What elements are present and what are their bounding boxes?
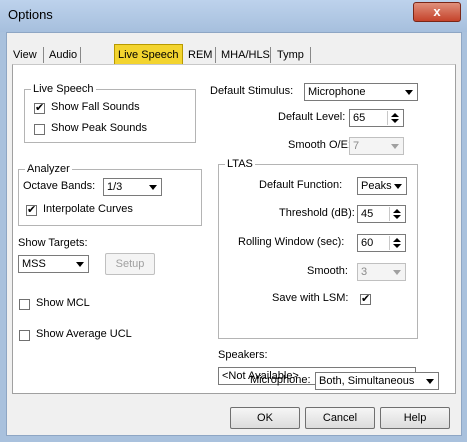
window-title: Options [8,7,53,22]
default-level-label: Default Level: [278,111,346,123]
tab-separator [310,47,311,63]
rolling-window-value: 60 [361,237,374,249]
microphone-value: Both, Simultaneous [319,375,415,387]
interpolate-curves-checkbox[interactable]: ✔ [26,205,37,216]
live-speech-panel: Live Speech ✔ Show Fall Sounds Show Peak… [12,64,456,394]
tab-tymp[interactable]: Tymp [277,46,304,64]
smooth-oe-label: Smooth O/E: [288,139,351,151]
chevron-down-icon [389,140,401,152]
default-function-label: Default Function: [259,179,343,191]
smooth-value: 3 [361,266,368,278]
chevron-down-icon [424,375,436,387]
tab-separator [270,47,271,63]
show-targets-value: MSS [22,258,46,270]
speakers-label: Speakers: [218,349,268,361]
chevron-down-icon [74,258,86,270]
show-average-ucl-label: Show Average UCL [36,328,132,340]
rolling-window-spinner[interactable]: 60 [357,234,406,252]
spinner-arrows-icon[interactable] [389,207,404,221]
show-mcl-checkbox[interactable] [19,299,30,310]
setup-button[interactable]: Setup [105,253,155,275]
save-with-lsm-checkbox[interactable]: ✔ [360,294,371,305]
tab-live-speech[interactable]: Live Speech [114,44,183,66]
ltas-group: LTAS Default Function: Peaks Threshold (… [218,158,418,339]
tab-rem[interactable]: REM [188,46,212,64]
close-button[interactable]: x [413,2,461,22]
tab-mha-hls[interactable]: MHA/HLS [221,46,270,64]
show-fall-sounds-label: Show Fall Sounds [51,101,140,113]
chevron-down-icon [391,266,403,278]
microphone-label: Microphone: [250,374,311,386]
threshold-value: 45 [361,208,374,220]
smooth-label: Smooth: [307,265,348,277]
tab-audio[interactable]: Audio [49,46,77,64]
show-mcl-label: Show MCL [36,297,90,309]
smooth-dropdown[interactable]: 3 [357,263,406,281]
dialog-client: View Audio Live Speech REM MHA/HLS Tymp … [6,32,462,436]
threshold-spinner[interactable]: 45 [357,205,406,223]
show-targets-dropdown[interactable]: MSS [18,255,89,273]
chevron-down-icon [403,86,415,98]
default-stimulus-value: Microphone [308,86,366,98]
smooth-oe-dropdown[interactable]: 7 [349,137,404,155]
tab-separator [80,47,81,63]
analyzer-group: Analyzer Octave Bands: 1/3 ✔ Interpolate… [18,163,202,226]
default-stimulus-dropdown[interactable]: Microphone [304,83,418,101]
octave-bands-dropdown[interactable]: 1/3 [103,178,162,196]
show-peak-sounds-checkbox[interactable] [34,124,45,135]
tab-separator [215,47,216,63]
default-stimulus-label: Default Stimulus: [210,85,294,97]
chevron-down-icon [392,180,404,192]
options-dialog: Options x View Audio Live Speech REM MHA… [0,0,467,442]
rolling-window-label: Rolling Window (sec): [238,236,345,248]
live-speech-group: Live Speech ✔ Show Fall Sounds Show Peak… [24,83,196,143]
spinner-arrows-icon[interactable] [389,236,404,250]
default-level-spinner[interactable]: 65 [349,109,404,127]
octave-bands-value: 1/3 [107,181,123,193]
cancel-button[interactable]: Cancel [305,407,375,429]
ltas-legend: LTAS [225,158,255,170]
help-button[interactable]: Help [380,407,450,429]
default-function-dropdown[interactable]: Peaks [357,177,407,195]
show-peak-sounds-label: Show Peak Sounds [51,122,148,134]
default-function-value: Peaks [361,180,392,192]
threshold-label: Threshold (dB): [279,207,355,219]
analyzer-legend: Analyzer [25,163,72,175]
save-with-lsm-label: Save with LSM: [272,292,349,304]
smooth-oe-value: 7 [353,140,360,152]
show-average-ucl-checkbox[interactable] [19,330,30,341]
microphone-dropdown[interactable]: Both, Simultaneous [315,372,439,390]
tab-separator [43,47,44,63]
ok-button[interactable]: OK [230,407,300,429]
spinner-arrows-icon[interactable] [387,111,402,125]
title-bar: Options x [0,0,467,32]
interpolate-curves-label: Interpolate Curves [43,203,133,215]
live-speech-legend: Live Speech [31,83,96,95]
show-targets-label: Show Targets: [18,237,88,249]
octave-bands-label: Octave Bands: [23,180,96,192]
chevron-down-icon [147,181,159,193]
default-level-value: 65 [353,112,366,124]
tab-view[interactable]: View [13,46,37,64]
show-fall-sounds-checkbox[interactable]: ✔ [34,103,45,114]
